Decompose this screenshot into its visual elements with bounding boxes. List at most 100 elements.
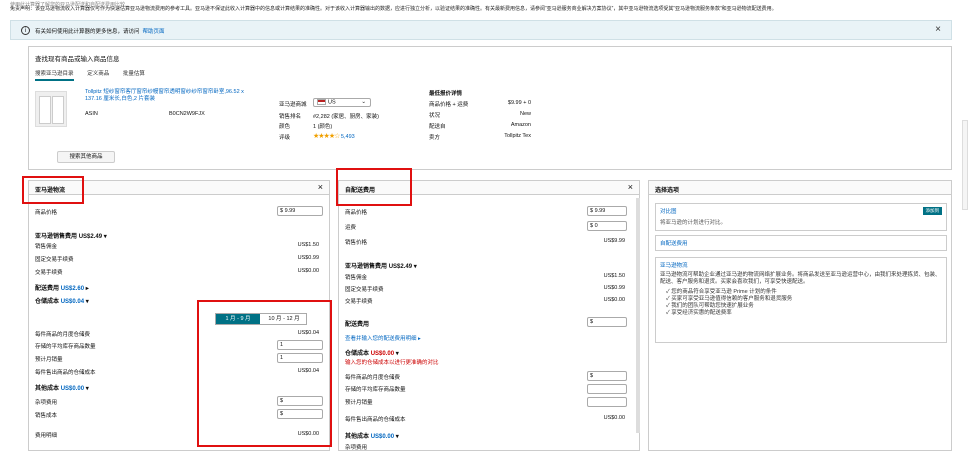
monthly-storage-input[interactable]: $: [587, 371, 627, 381]
total-value: US$9.99: [603, 238, 625, 244]
price-label: 商品价格: [345, 210, 368, 216]
referral-label: 销售佣金: [345, 275, 368, 281]
other-cost-section[interactable]: 其他成本 US$0.00 ▾: [35, 383, 89, 392]
scrollbar[interactable]: [636, 198, 640, 433]
help-page-link[interactable]: 帮助页面: [143, 29, 165, 35]
benefit-item: ✓ 我们的团队可帮助您快速扩展业务: [666, 303, 754, 309]
annotation-box: [22, 176, 84, 204]
marketplace-select[interactable]: US ⌄: [313, 98, 371, 107]
search-other-button[interactable]: 搜索其他商品: [57, 151, 115, 163]
fba-option-desc: 亚马逊物流可帮助企业通过亚马逊的物流网络扩展业务。将商品发送至亚马逊运营中心，由…: [660, 272, 941, 285]
find-title: 查找现有商品或输入商品信息: [35, 56, 120, 63]
rank-label: 销售排名: [279, 114, 302, 120]
tab-search-catalog[interactable]: 搜索亚马逊目录: [35, 69, 74, 81]
product-image: [35, 91, 67, 127]
storage-section[interactable]: 仓储成本 US$0.04 ▾: [35, 296, 89, 305]
other-cost-section[interactable]: 其他成本 US$0.00 ▾: [345, 431, 399, 440]
per-unit-label: 每件售出商品的仓储成本: [345, 417, 406, 423]
compare-option[interactable]: 对比图 添加到 将亚马逊的计划进行对比。: [655, 203, 947, 231]
close-icon[interactable]: ×: [628, 182, 633, 192]
fixed-value: US$0.99: [297, 255, 319, 261]
monthly-storage-label: 每件商品的月度仓储费: [345, 375, 401, 381]
annotation-box: [197, 300, 332, 447]
units-label: 预计月销量: [345, 400, 373, 406]
options-panel: 选择选项 对比图 添加到 将亚马逊的计划进行对比。 自配送费用 亚马逊物流 亚马…: [648, 180, 952, 451]
total-label: 销售价格: [345, 240, 368, 246]
ship-input[interactable]: $: [587, 317, 627, 327]
avg-inventory-label: 存储的平均库存商品数量: [345, 387, 406, 393]
variable-value: US$0.00: [297, 268, 319, 274]
fixed-label: 固定交易手续费: [345, 287, 384, 293]
shipping-label: 运费: [345, 225, 357, 231]
rating-stars: ★★★★☆ 5,493: [313, 133, 355, 140]
add-badge[interactable]: 添加到: [922, 207, 942, 215]
find-tabs: 搜索亚马逊目录 定义商品 批量估算: [35, 69, 157, 81]
ship-detail-link[interactable]: 查看并输入您的配送费用明细 ▸: [345, 334, 421, 342]
variable-value: US$0.00: [603, 297, 625, 303]
seller-label: 卖方: [429, 135, 441, 141]
avg-inventory-label: 存储的平均库存商品数量: [35, 344, 96, 350]
cost-label: 销售成本: [35, 413, 58, 419]
variable-label: 交易手续费: [345, 299, 373, 305]
benefit-item: ✓ 您的商品符合享受亚马逊 Prime 计划的条件: [666, 289, 777, 295]
variants-value: 1 (颜色): [313, 124, 333, 130]
condition-label: 状况: [429, 113, 441, 119]
help-notice: i 有关如何使用此计算器的更多信息，请访问 帮助页面 ×: [10, 20, 952, 40]
variable-label: 交易手续费: [35, 270, 63, 276]
condition-value: New: [519, 111, 531, 117]
us-flag-icon: [317, 99, 326, 105]
seller-value: Tollpitz Tex: [504, 133, 531, 139]
units-label: 预计月销量: [35, 357, 63, 363]
referral-value: US$1.50: [297, 242, 319, 248]
lowest-offer-title: 最低报价详情: [429, 91, 463, 97]
ships-from-value: Amazon: [510, 122, 531, 128]
referral-label: 销售佣金: [35, 244, 58, 250]
fees-section[interactable]: 亚马逊销售费用 US$2.49 ▾: [35, 231, 107, 240]
fixed-value: US$0.99: [603, 285, 625, 291]
monthly-storage-label: 每件商品的月度仓储费: [35, 332, 91, 338]
tab-define-product[interactable]: 定义商品: [87, 69, 109, 79]
price-label: 商品价格: [35, 210, 58, 216]
shipping-input[interactable]: $ 0: [587, 221, 627, 231]
price-input[interactable]: $ 9.99: [277, 206, 323, 216]
storage-section[interactable]: 仓储成本 US$0.00 ▾: [345, 348, 399, 357]
referral-value: US$1.50: [603, 273, 625, 279]
per-unit-value: US$0.00: [603, 415, 625, 421]
close-icon[interactable]: ×: [935, 24, 941, 35]
ships-from-label: 配送自: [429, 124, 446, 130]
feedback-side-tab[interactable]: [962, 120, 968, 210]
variants-label: 颜色: [279, 124, 291, 130]
annotation-box: [336, 168, 412, 206]
rating-label: 评级: [279, 135, 291, 141]
disclaimer-text: 免责声明：该亚马逊物流收入计算器仅可作为快速估算亚马逊物流费用的参考工具。亚马逊…: [10, 6, 777, 12]
misc-fee-label: 费用明细: [35, 433, 58, 439]
lowest-price-value: $9.99 + 0: [507, 100, 531, 106]
close-icon[interactable]: ×: [318, 182, 323, 192]
ship-section: 配送费用: [345, 322, 370, 328]
product-title-link[interactable]: Tollpitz 短纱窗帘客厅窗帘纱幔窗帘透明窗纱纱帘窗帘卧室,96.52 x …: [85, 89, 255, 103]
rank-value: #2,282 (家居、厨房、家装): [313, 114, 380, 120]
avg-inventory-input[interactable]: [587, 384, 627, 394]
units-input[interactable]: [587, 397, 627, 407]
tab-bulk-estimate[interactable]: 批量估算: [123, 69, 145, 79]
notice-text: 有关如何使用此计算器的更多信息，请访问 帮助页面: [35, 29, 165, 35]
mfn-panel: 自配送费用 × 商品价格 $ 9.99 运费 $ 0 销售价格 US$9.99 亚…: [338, 180, 640, 451]
info-icon: i: [21, 26, 30, 35]
misc-label: 杂项费用: [35, 400, 58, 406]
benefit-item: ✓ 享受经济实惠的配送费率: [666, 310, 732, 316]
ship-section[interactable]: 配送费用 US$2.60 ▸: [35, 283, 89, 292]
per-unit-label: 每件售出商品的仓储成本: [35, 370, 96, 376]
fixed-label: 固定交易手续费: [35, 257, 74, 263]
storage-warning: 输入您的仓储成本以进行更准确的对比: [345, 360, 439, 366]
mfn-option-label: 自配送费用: [660, 241, 688, 247]
find-product-panel: 查找现有商品或输入商品信息 搜索亚马逊目录 定义商品 批量估算 Tollpitz…: [28, 46, 952, 170]
price-input[interactable]: $ 9.99: [587, 206, 627, 216]
lowest-price-label: 商品价格 + 运费: [429, 102, 469, 108]
chevron-down-icon: ⌄: [361, 99, 366, 105]
compare-label: 对比图: [660, 209, 677, 215]
fba-option-label: 亚马逊物流: [660, 263, 688, 269]
mfn-option[interactable]: 自配送费用: [655, 235, 947, 251]
fba-option[interactable]: 亚马逊物流 亚马逊物流可帮助企业通过亚马逊的物流网络扩展业务。将商品发送至亚马逊…: [655, 257, 947, 343]
asin-value: B0CN2W9FJX: [169, 111, 205, 117]
fees-section[interactable]: 亚马逊销售费用 US$2.49 ▾: [345, 261, 417, 270]
